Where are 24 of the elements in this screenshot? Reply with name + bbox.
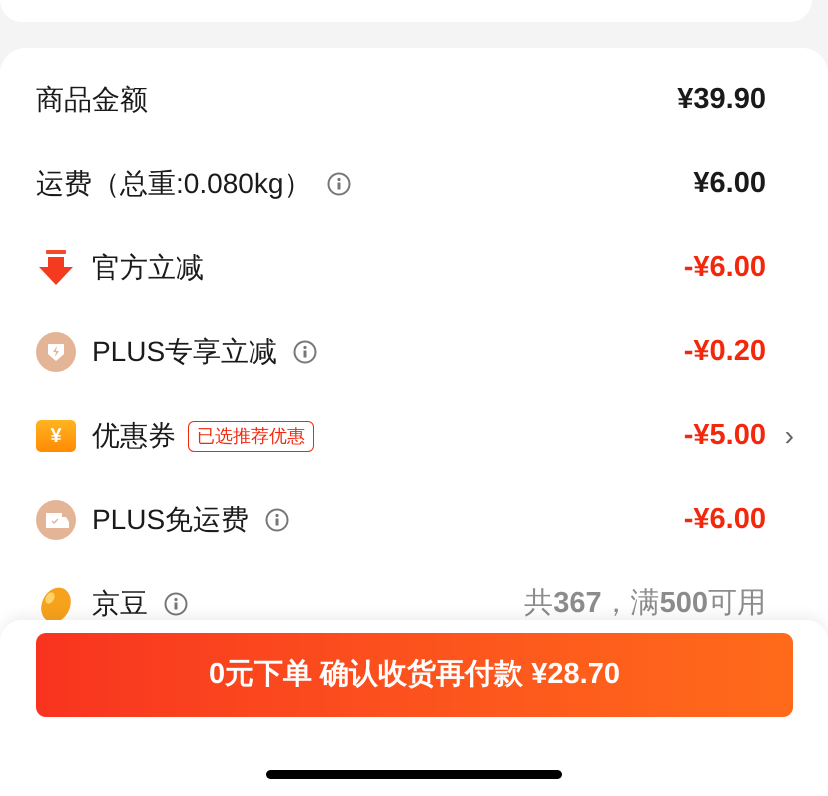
amount-text: ¥6.00 [693, 166, 766, 202]
chevron-icon[interactable]: › [766, 415, 794, 457]
row-label: 优惠券 [92, 419, 176, 453]
row-label: PLUS专享立减 [92, 335, 278, 369]
row-label: 商品金额 [36, 83, 148, 117]
row-label: 运费（总重:0.080kg） [36, 167, 312, 201]
info-icon[interactable] [164, 592, 188, 616]
amount-text: -¥0.20 [684, 334, 766, 370]
info-icon[interactable] [265, 508, 290, 532]
amount-text: 共367，满500可用 [524, 586, 766, 622]
info-icon[interactable] [293, 340, 318, 364]
info-icon[interactable] [327, 172, 352, 196]
amount-text: -¥6.00 [684, 502, 766, 538]
coupon-icon: ¥ [36, 420, 76, 452]
submit-button[interactable]: 0元下单 确认收货再付款 ¥28.70 [36, 633, 793, 717]
truck-icon [36, 500, 76, 540]
row-label: PLUS免运费 [92, 503, 250, 537]
row-label: 京豆 [92, 587, 148, 621]
amount-text: ¥39.90 [677, 82, 766, 118]
amount-text: -¥6.00 [684, 250, 766, 286]
row-label: 官方立减 [92, 251, 204, 285]
recommended-tag: 已选推荐优惠 [188, 420, 314, 452]
badge-icon [36, 332, 76, 372]
amount-text: -¥5.00 [684, 418, 766, 454]
